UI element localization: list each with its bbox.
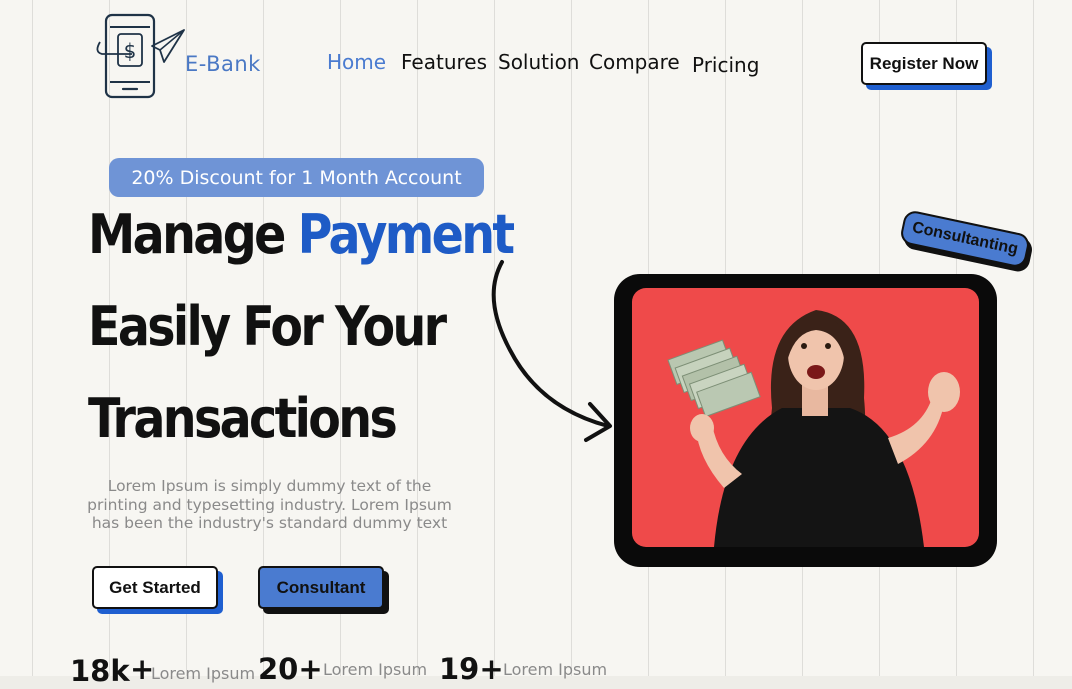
hero-photo-frame	[614, 274, 997, 567]
headline-line-3: Transactions	[88, 387, 398, 450]
woman-with-money-illustration	[667, 310, 960, 547]
nav-features[interactable]: Features	[401, 50, 487, 74]
nav-home[interactable]: Home	[327, 50, 386, 74]
nav-solution[interactable]: Solution	[498, 50, 579, 74]
headline-line-2: Easily For Your	[88, 295, 447, 358]
stat-label: Lorem Ipsum	[503, 660, 608, 679]
svg-text:$: $	[124, 39, 137, 63]
brand-name: E-Bank	[185, 52, 261, 76]
stat-label: Lorem Ipsum	[151, 664, 256, 683]
hero-description: Lorem Ipsum is simply dummy text of the …	[87, 477, 452, 532]
stat-number: 18k	[70, 654, 130, 688]
consultanting-badge[interactable]: Consultanting	[898, 209, 1032, 269]
hero-photo	[632, 288, 979, 547]
discount-badge[interactable]: 20% Discount for 1 Month Account	[109, 158, 484, 197]
phone-dollar-paper-plane-icon: $	[96, 13, 185, 99]
stat-number: 19+	[439, 652, 504, 686]
nav-pricing[interactable]: Pricing	[692, 53, 759, 77]
headline-plain-text: Manage	[88, 203, 298, 266]
stat-label: Lorem Ipsum	[323, 660, 428, 679]
headline-accent-text: Payment	[297, 203, 516, 266]
get-started-button[interactable]: Get Started	[92, 566, 218, 609]
stat-number: 20+	[258, 652, 323, 686]
brand-logo[interactable]: $ E-Bank	[92, 12, 272, 102]
register-now-button[interactable]: Register Now	[861, 42, 987, 85]
nav-compare[interactable]: Compare	[589, 50, 680, 74]
headline-line-1: Manage Payment	[88, 208, 515, 262]
curved-arrow-icon	[491, 260, 612, 442]
consultant-button[interactable]: Consultant	[258, 566, 384, 609]
